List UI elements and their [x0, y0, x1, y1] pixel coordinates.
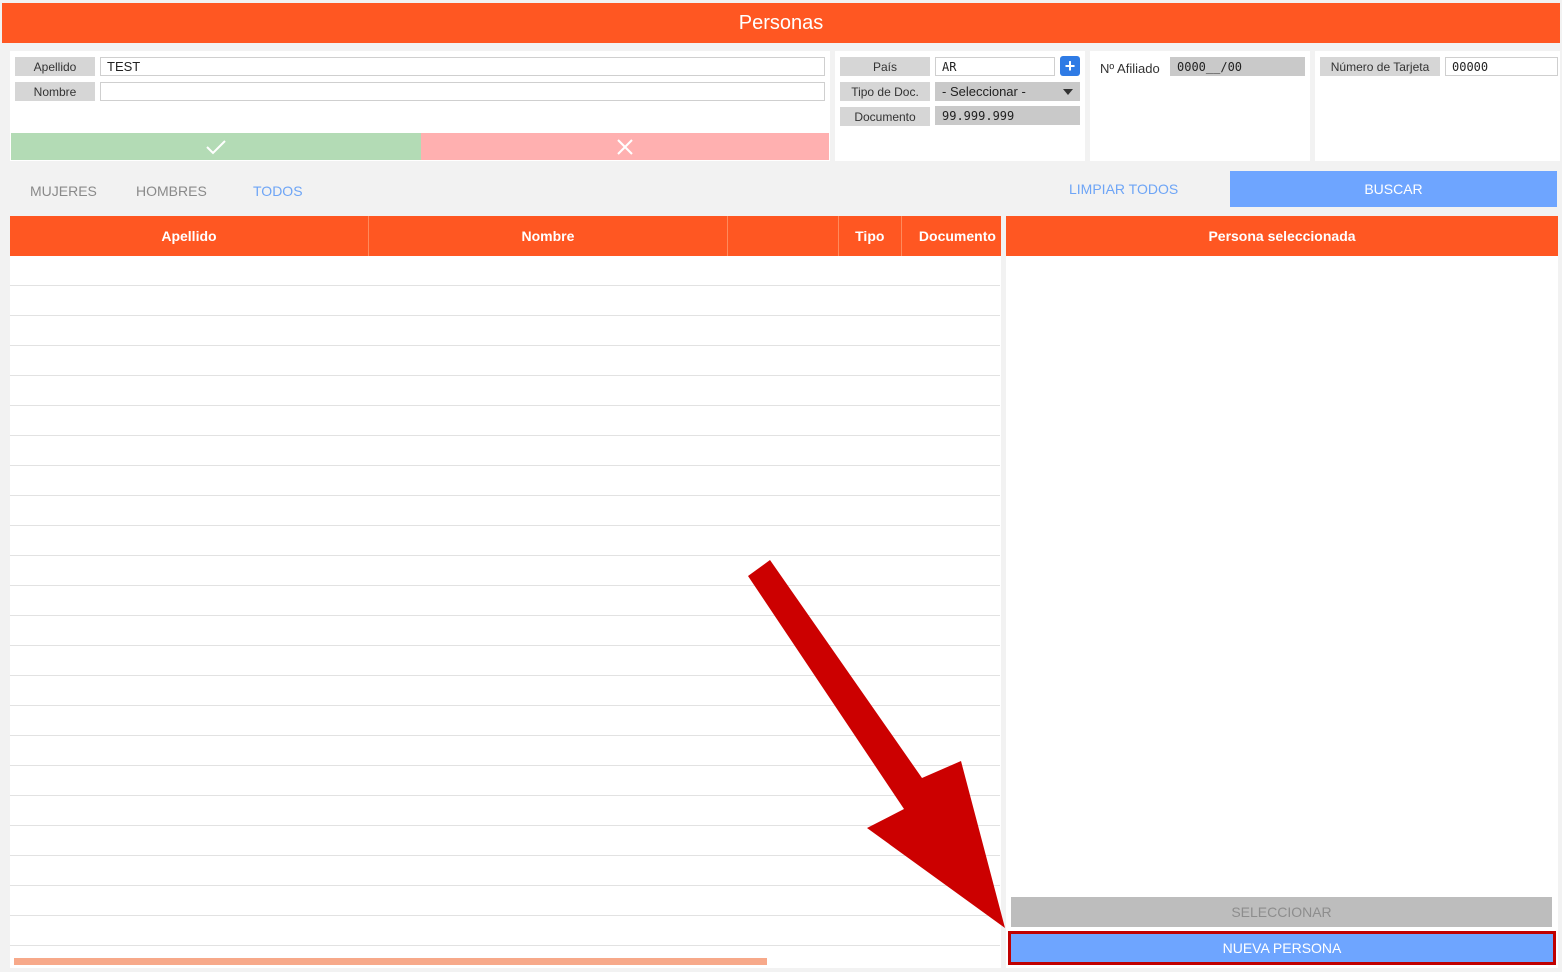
table-row[interactable] [10, 676, 1000, 706]
selected-person-panel: Persona seleccionada SELECCIONAR NUEVA P… [1006, 216, 1558, 968]
pais-input[interactable]: AR [935, 57, 1055, 76]
table-row[interactable] [10, 286, 1000, 316]
pais-label: País [840, 57, 930, 76]
table-row[interactable] [10, 376, 1000, 406]
documento-input[interactable]: 99.999.999 [935, 106, 1080, 125]
tipo-doc-label: Tipo de Doc. [840, 82, 930, 101]
name-filter-panel: Apellido TEST Nombre [10, 51, 830, 161]
afiliado-input[interactable]: 0000__/00 [1170, 57, 1305, 76]
table-row[interactable] [10, 646, 1000, 676]
tab-todos[interactable]: TODOS [253, 183, 303, 199]
nombre-label: Nombre [15, 82, 95, 101]
tab-hombres[interactable]: HOMBRES [136, 183, 207, 199]
table-row[interactable] [10, 856, 1000, 886]
column-apellido[interactable]: Apellido [10, 216, 369, 256]
table-row[interactable] [10, 406, 1000, 436]
close-icon [617, 138, 633, 155]
tarjeta-label: Número de Tarjeta [1320, 57, 1440, 76]
select-button[interactable]: SELECCIONAR [1011, 897, 1552, 927]
tipo-doc-select[interactable]: - Seleccionar - [935, 82, 1080, 101]
selected-person-title: Persona seleccionada [1006, 216, 1558, 256]
table-row[interactable] [10, 826, 1000, 856]
add-pais-button[interactable]: + [1060, 56, 1080, 76]
table-row[interactable] [10, 736, 1000, 766]
table-row[interactable] [10, 706, 1000, 736]
new-person-button[interactable]: NUEVA PERSONA [1008, 931, 1556, 965]
table-row[interactable] [10, 616, 1000, 646]
table-row[interactable] [10, 886, 1000, 916]
caret-down-icon [1063, 88, 1073, 95]
column-nombre[interactable]: Nombre [369, 216, 728, 256]
clear-all-link[interactable]: LIMPIAR TODOS [1069, 181, 1178, 197]
documento-label: Documento [840, 107, 930, 126]
apellido-label: Apellido [15, 57, 95, 76]
afiliado-label: Nº Afiliado [1100, 61, 1160, 76]
tipo-doc-value: - Seleccionar - [942, 84, 1026, 99]
results-table: Apellido Nombre Tipo Documento [10, 216, 1001, 968]
plus-icon: + [1064, 56, 1076, 76]
horizontal-scrollbar[interactable] [14, 958, 767, 965]
table-row[interactable] [10, 436, 1000, 466]
table-row[interactable] [10, 526, 1000, 556]
table-row[interactable] [10, 766, 1000, 796]
table-row[interactable] [10, 316, 1000, 346]
table-row[interactable] [10, 796, 1000, 826]
search-button[interactable]: BUSCAR [1230, 171, 1557, 207]
column-documento[interactable]: Documento [902, 216, 1001, 256]
check-icon [206, 139, 226, 154]
table-row[interactable] [10, 256, 1000, 286]
cancel-button[interactable] [421, 133, 829, 160]
afiliado-filter-panel: Nº Afiliado 0000__/00 [1090, 51, 1310, 161]
table-header: Apellido Nombre Tipo Documento [10, 216, 1001, 256]
confirm-button[interactable] [11, 133, 421, 160]
document-filter-panel: País AR + Tipo de Doc. - Seleccionar - D… [835, 51, 1085, 161]
table-row[interactable] [10, 586, 1000, 616]
table-row[interactable] [10, 556, 1000, 586]
column-blank[interactable] [728, 216, 839, 256]
table-row[interactable] [10, 916, 1000, 946]
table-row[interactable] [10, 496, 1000, 526]
tarjeta-filter-panel: Número de Tarjeta 00000 [1315, 51, 1560, 161]
nombre-input[interactable] [100, 82, 825, 101]
table-row[interactable] [10, 466, 1000, 496]
apellido-input[interactable]: TEST [100, 57, 825, 76]
tarjeta-input[interactable]: 00000 [1445, 57, 1558, 76]
column-tipo[interactable]: Tipo [839, 216, 902, 256]
table-row[interactable] [10, 346, 1000, 376]
window-title: Personas [2, 3, 1560, 43]
tab-mujeres[interactable]: MUJERES [30, 183, 97, 199]
